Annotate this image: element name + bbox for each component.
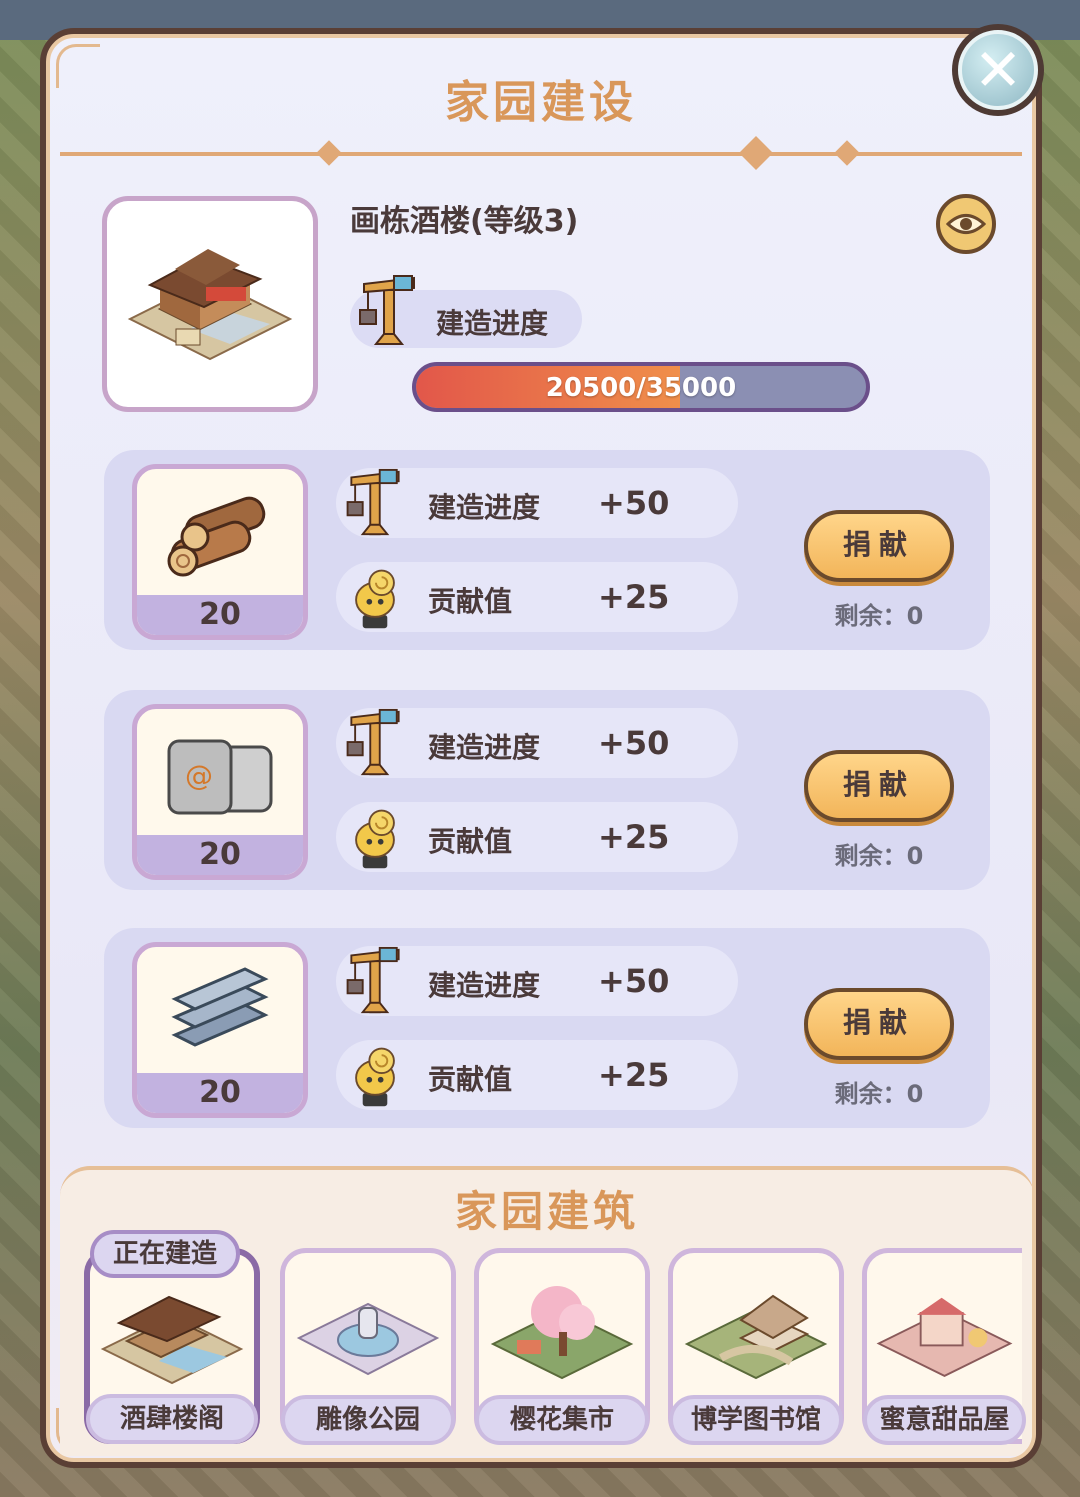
crane-icon bbox=[346, 468, 400, 536]
building-name: 画栋酒楼(等级3) bbox=[350, 204, 579, 239]
eye-icon bbox=[946, 214, 986, 234]
material-icon-box: @ 20 bbox=[132, 704, 308, 880]
dialog-title: 家园建设 bbox=[445, 77, 637, 128]
stat-value: +25 bbox=[598, 1056, 670, 1094]
library-icon bbox=[684, 1294, 828, 1380]
material-count: 20 bbox=[137, 835, 303, 875]
material-icon-box: 20 bbox=[132, 942, 308, 1118]
stat-icon bbox=[340, 802, 410, 872]
donate-button[interactable]: 捐献 bbox=[804, 510, 954, 582]
stat-icon bbox=[340, 946, 410, 1016]
stat-value: +25 bbox=[598, 818, 670, 856]
remaining-count: 剩余：0 bbox=[834, 1080, 924, 1108]
building-art bbox=[291, 1273, 445, 1393]
divider-diamond bbox=[316, 140, 342, 166]
tavern-building-icon bbox=[100, 1295, 244, 1385]
material-count: 20 bbox=[137, 595, 303, 635]
remaining-count: 剩余：0 bbox=[834, 602, 924, 630]
remaining-count: 剩余：0 bbox=[834, 842, 924, 870]
snail-trophy-icon bbox=[355, 1047, 395, 1107]
stat-build-progress: 建造进度 +50 bbox=[336, 468, 738, 538]
dessert-house-icon bbox=[876, 1297, 1013, 1377]
stat-build-progress: 建造进度 +50 bbox=[336, 946, 738, 1016]
building-art bbox=[96, 1274, 248, 1394]
building-card-2[interactable]: 雕像公园 bbox=[280, 1248, 456, 1445]
stat-contribution: 贡献值 +25 bbox=[336, 1040, 738, 1110]
material-art: @ bbox=[137, 717, 303, 837]
building-label: 酒肆楼阁 bbox=[86, 1394, 258, 1444]
stat-label: 建造进度 bbox=[428, 969, 541, 1002]
home-buildings-section: 家园建筑 正在建造 酒肆楼阁 雕像公园 樱花集市 博学图书馆 蜜意甜品屋 bbox=[60, 1166, 1032, 1456]
progress-label: 建造进度 bbox=[436, 307, 549, 340]
building-label: 博学图书馆 bbox=[669, 1395, 843, 1445]
steel-beams-icon bbox=[171, 967, 269, 1047]
building-label: 樱花集市 bbox=[475, 1395, 649, 1445]
stat-label: 贡献值 bbox=[428, 825, 513, 858]
donate-button[interactable]: 捐献 bbox=[804, 988, 954, 1060]
dialog-body: 家园建设 画栋酒楼(等级3) 建造进度 20500/35000 20 建造进度 … bbox=[46, 34, 1036, 1462]
building-card-5[interactable]: 蜜意甜品屋 bbox=[862, 1248, 1026, 1445]
title-divider bbox=[60, 152, 1022, 156]
snail-trophy-icon bbox=[355, 809, 395, 869]
crane-icon bbox=[359, 275, 415, 345]
material-row-wood-logs: 20 建造进度 +50 贡献值 +25 捐献 剩余：0 bbox=[104, 450, 990, 650]
stat-icon bbox=[340, 468, 410, 538]
stat-icon bbox=[340, 1040, 410, 1110]
donate-button[interactable]: 捐献 bbox=[804, 750, 954, 822]
progress-label-pill: 建造进度 bbox=[350, 275, 582, 348]
preview-button[interactable] bbox=[936, 194, 996, 254]
material-icon-box: 20 bbox=[132, 464, 308, 640]
divider-diamond bbox=[739, 136, 773, 170]
building-art bbox=[485, 1273, 639, 1393]
home-construction-dialog: 家园建设 画栋酒楼(等级3) 建造进度 20500/35000 20 建造进度 … bbox=[40, 28, 1042, 1468]
material-row-cement-bags: @ 20 建造进度 +50 贡献值 +25 捐献 剩余：0 bbox=[104, 690, 990, 890]
stat-value: +25 bbox=[598, 578, 670, 616]
stat-label: 贡献值 bbox=[428, 585, 513, 618]
building-label: 雕像公园 bbox=[281, 1395, 455, 1445]
stat-contribution: 贡献值 +25 bbox=[336, 802, 738, 872]
divider-diamond bbox=[834, 140, 860, 166]
under-construction-badge: 正在建造 bbox=[90, 1230, 240, 1278]
stat-label: 建造进度 bbox=[428, 731, 541, 764]
stat-label: 建造进度 bbox=[428, 491, 541, 524]
material-count: 20 bbox=[137, 1073, 303, 1113]
building-card-1[interactable]: 正在建造 酒肆楼阁 bbox=[84, 1230, 260, 1444]
building-card-3[interactable]: 樱花集市 bbox=[474, 1248, 650, 1445]
crane-icon bbox=[346, 708, 400, 776]
snail-trophy-icon bbox=[355, 569, 395, 629]
material-art bbox=[137, 955, 303, 1075]
building-art bbox=[873, 1273, 1016, 1393]
building-label: 蜜意甜品屋 bbox=[863, 1395, 1026, 1445]
construction-progress-bar: 20500/35000 bbox=[412, 362, 870, 412]
wood-logs-icon bbox=[167, 496, 266, 577]
crane-icon bbox=[346, 946, 400, 1014]
cement-bags-icon: @ bbox=[167, 739, 273, 815]
close-icon: ✕ bbox=[958, 30, 1038, 110]
stat-value: +50 bbox=[598, 484, 670, 522]
stat-label: 贡献值 bbox=[428, 1063, 513, 1096]
stat-contribution: 贡献值 +25 bbox=[336, 562, 738, 632]
stat-icon bbox=[340, 562, 410, 632]
current-building-image bbox=[102, 196, 318, 412]
stat-build-progress: 建造进度 +50 bbox=[336, 708, 738, 778]
stat-value: +50 bbox=[598, 724, 670, 762]
tavern-building-icon bbox=[127, 249, 293, 361]
building-art bbox=[679, 1273, 833, 1393]
stat-icon bbox=[340, 708, 410, 778]
material-art bbox=[137, 477, 303, 597]
material-row-steel-beams: 20 建造进度 +50 贡献值 +25 捐献 剩余：0 bbox=[104, 928, 990, 1128]
cherry-market-icon bbox=[490, 1286, 634, 1380]
stat-value: +50 bbox=[598, 962, 670, 1000]
building-card-4[interactable]: 博学图书馆 bbox=[668, 1248, 844, 1445]
progress-text: 20500/35000 bbox=[545, 373, 737, 403]
svg-text:@: @ bbox=[185, 759, 213, 792]
close-button[interactable]: ✕ bbox=[952, 24, 1044, 116]
statue-park-icon bbox=[296, 1302, 440, 1376]
